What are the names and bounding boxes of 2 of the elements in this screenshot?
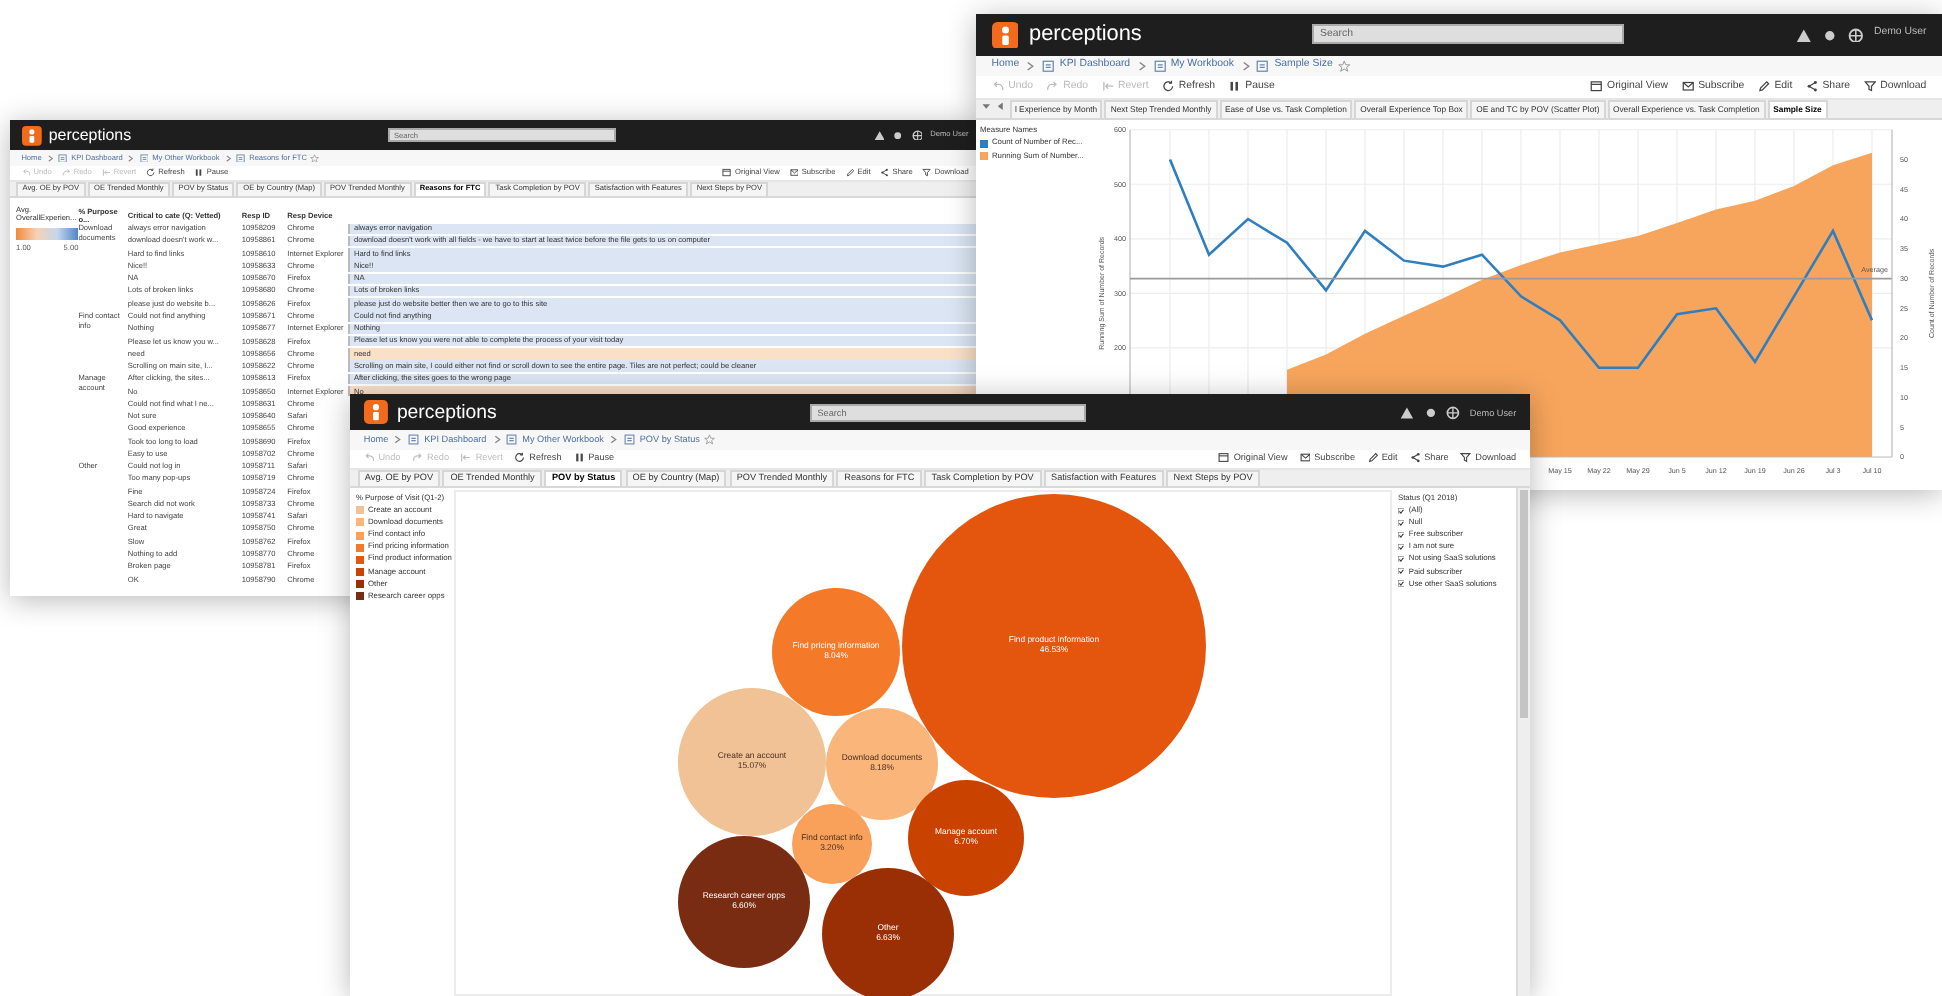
brand-name: perceptions bbox=[1029, 22, 1142, 48]
brand-name: perceptions bbox=[396, 401, 497, 424]
